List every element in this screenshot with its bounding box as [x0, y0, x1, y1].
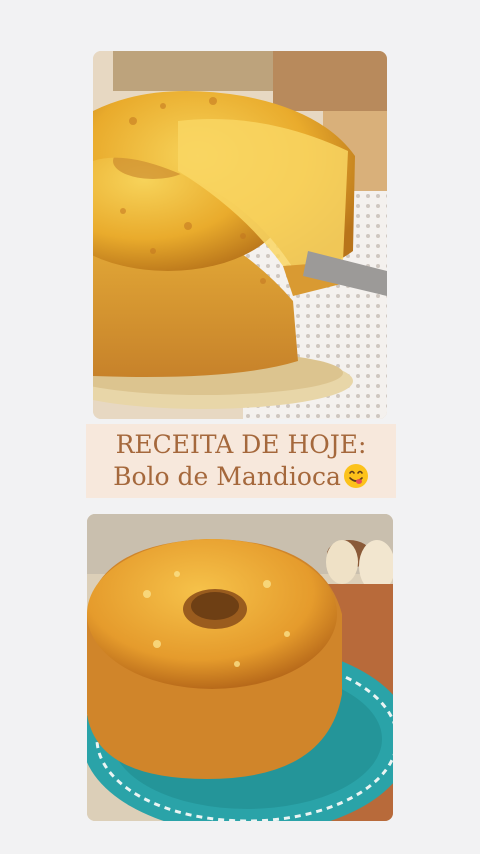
cake-slice-photo: [93, 51, 387, 419]
cake-on-plate-photo: [87, 514, 393, 821]
caption-subtitle: Bolo de Mandioca: [113, 461, 369, 493]
caption-title: RECEITA DE HOJE:: [115, 430, 367, 459]
recipe-caption: RECEITA DE HOJE: Bolo de Mandioca: [86, 424, 396, 498]
recipe-name: Bolo de Mandioca: [113, 462, 341, 491]
yummy-face-icon: [343, 463, 369, 489]
